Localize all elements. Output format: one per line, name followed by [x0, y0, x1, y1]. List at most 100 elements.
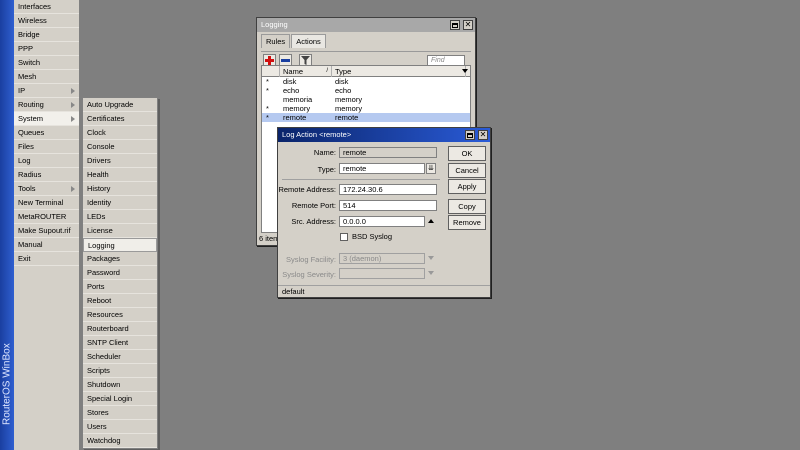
- menu-item-make-supout-rif[interactable]: Make Supout.rif: [14, 224, 79, 238]
- copy-button[interactable]: Copy: [448, 199, 486, 214]
- minus-icon: [281, 59, 290, 62]
- type-dropdown-button[interactable]: ⇊: [426, 163, 436, 174]
- submenu-item-routerboard[interactable]: Routerboard: [83, 322, 157, 336]
- submenu-item-auto-upgrade[interactable]: Auto Upgrade: [83, 98, 157, 112]
- menu-item-manual[interactable]: Manual: [14, 238, 79, 252]
- main-menu: Interfaces Wireless Bridge PPP Switch Mesh IP R…: [14, 0, 80, 450]
- bsd-syslog-checkbox[interactable]: [340, 233, 348, 241]
- double-chevron-down-icon: ⇊: [428, 165, 434, 172]
- table-row[interactable]: * remote remote: [262, 113, 470, 122]
- table-row[interactable]: * disk disk: [262, 77, 470, 86]
- tab-rules[interactable]: Rules: [261, 34, 291, 48]
- menu-item-ip[interactable]: IP: [14, 84, 79, 98]
- name-field[interactable]: remote: [339, 147, 437, 158]
- table-body: * disk disk * echo echo memoria memory * memory me…: [262, 77, 470, 122]
- submenu-item-sntp-client[interactable]: SNTP Client: [83, 336, 157, 350]
- log-action-dialog: Log Action <remote> ✕ Name: remote Type:…: [277, 127, 491, 298]
- remove-button[interactable]: Remove: [448, 215, 486, 230]
- syslog-severity-dropdown[interactable]: [428, 271, 434, 275]
- submenu-item-logging[interactable]: Logging: [83, 238, 157, 252]
- menu-item-switch[interactable]: Switch: [14, 56, 79, 70]
- maximize-button[interactable]: [450, 20, 460, 30]
- row-name: echo: [283, 86, 300, 95]
- submenu-item-history[interactable]: History: [83, 182, 157, 196]
- submenu-item-leds[interactable]: LEDs: [83, 210, 157, 224]
- syslog-severity-select[interactable]: [339, 268, 425, 279]
- menu-item-system[interactable]: System: [14, 112, 79, 126]
- table-row[interactable]: memoria memory: [262, 95, 470, 104]
- column-header-name[interactable]: Name /: [280, 66, 332, 77]
- collapse-button[interactable]: [428, 219, 434, 223]
- side-brand-strip: RouterOS WinBox: [0, 0, 14, 450]
- submenu-item-drivers[interactable]: Drivers: [83, 154, 157, 168]
- dialog-close-button[interactable]: ✕: [478, 130, 488, 140]
- submenu-item-license[interactable]: License: [83, 224, 157, 238]
- row-flag: *: [266, 86, 269, 95]
- row-name: remote: [283, 113, 307, 122]
- separator: [282, 179, 440, 180]
- submenu-item-shutdown[interactable]: Shutdown: [83, 378, 157, 392]
- logging-titlebar[interactable]: Logging ✕: [257, 18, 475, 32]
- submenu-item-watchdog[interactable]: Watchdog: [83, 434, 157, 448]
- menu-item-log[interactable]: Log: [14, 154, 79, 168]
- menu-item-label: Interfaces: [18, 2, 51, 11]
- syslog-facility-dropdown[interactable]: [428, 256, 434, 260]
- submenu-item-console[interactable]: Console: [83, 140, 157, 154]
- menu-item-label: Make Supout.rif: [18, 226, 71, 235]
- menu-item-new-terminal[interactable]: New Terminal: [14, 196, 79, 210]
- column-header-name-label: Name: [283, 67, 304, 76]
- table-row[interactable]: * echo echo: [262, 86, 470, 95]
- submenu-item-health[interactable]: Health: [83, 168, 157, 182]
- menu-item-label: Radius: [18, 170, 42, 179]
- log-action-titlebar[interactable]: Log Action <remote> ✕: [278, 128, 490, 142]
- src-address-label: Src. Address:: [291, 217, 336, 226]
- submenu-item-identity[interactable]: Identity: [83, 196, 157, 210]
- src-address-input[interactable]: 0.0.0.0: [339, 216, 425, 227]
- type-select[interactable]: remote: [339, 163, 425, 174]
- submenu-item-password[interactable]: Password: [83, 266, 157, 280]
- close-button[interactable]: ✕: [463, 20, 473, 30]
- submenu-item-scripts[interactable]: Scripts: [83, 364, 157, 378]
- table-row[interactable]: * memory memory: [262, 104, 470, 113]
- column-menu-icon[interactable]: [462, 69, 468, 73]
- remote-port-input[interactable]: 514: [339, 200, 437, 211]
- menu-item-tools[interactable]: Tools: [14, 182, 79, 196]
- cancel-button[interactable]: Cancel: [448, 163, 486, 178]
- column-header-type[interactable]: Type: [332, 66, 466, 77]
- row-flag: *: [266, 104, 269, 113]
- menu-item-wireless[interactable]: Wireless: [14, 14, 79, 28]
- flag-column-header: [262, 66, 280, 77]
- menu-item-label: Switch: [18, 58, 41, 67]
- submenu-item-special-login[interactable]: Special Login: [83, 392, 157, 406]
- submenu-item-users[interactable]: Users: [83, 420, 157, 434]
- submenu-item-ports[interactable]: Ports: [83, 280, 157, 294]
- remote-address-input[interactable]: 172.24.30.6: [339, 184, 437, 195]
- ok-button[interactable]: OK: [448, 146, 486, 161]
- plus-icon: [265, 56, 274, 65]
- submenu-arrow-icon: [71, 102, 75, 108]
- menu-item-queues[interactable]: Queues: [14, 126, 79, 140]
- menu-item-bridge[interactable]: Bridge: [14, 28, 79, 42]
- submenu-item-packages[interactable]: Packages: [83, 252, 157, 266]
- menu-item-files[interactable]: Files: [14, 140, 79, 154]
- submenu-item-scheduler[interactable]: Scheduler: [83, 350, 157, 364]
- submenu-item-certificates[interactable]: Certificates: [83, 112, 157, 126]
- submenu-item-clock[interactable]: Clock: [83, 126, 157, 140]
- menu-item-radius[interactable]: Radius: [14, 168, 79, 182]
- menu-item-interfaces[interactable]: Interfaces: [14, 0, 79, 14]
- menu-item-label: Wireless: [18, 16, 47, 25]
- menu-item-metarouter[interactable]: MetaROUTER: [14, 210, 79, 224]
- submenu-item-reboot[interactable]: Reboot: [83, 294, 157, 308]
- dialog-maximize-button[interactable]: [465, 130, 475, 140]
- apply-button[interactable]: Apply: [448, 179, 486, 194]
- submenu-item-stores[interactable]: Stores: [83, 406, 157, 420]
- menu-item-routing[interactable]: Routing: [14, 98, 79, 112]
- close-icon: ✕: [464, 20, 472, 29]
- syslog-facility-select[interactable]: 3 (daemon): [339, 253, 425, 264]
- row-name: memory: [283, 104, 311, 113]
- menu-item-ppp[interactable]: PPP: [14, 42, 79, 56]
- submenu-item-resources[interactable]: Resources: [83, 308, 157, 322]
- menu-item-mesh[interactable]: Mesh: [14, 70, 79, 84]
- tab-actions[interactable]: Actions: [291, 34, 326, 48]
- menu-item-exit[interactable]: Exit: [14, 252, 79, 266]
